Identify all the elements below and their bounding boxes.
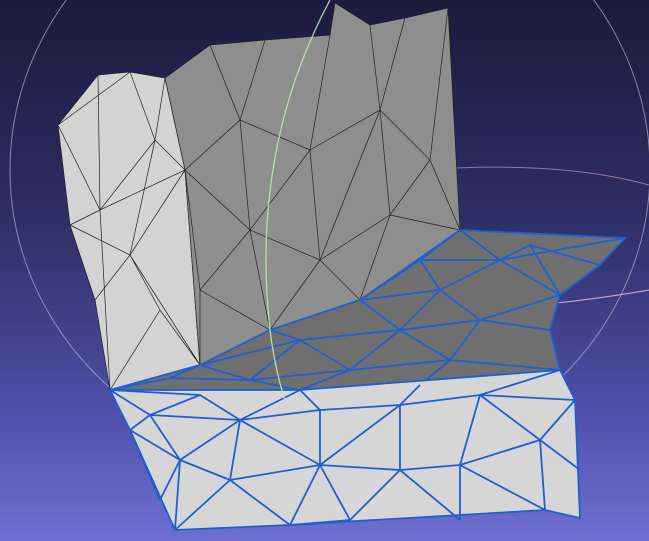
mesh-scene[interactable] xyxy=(0,0,649,541)
3d-viewport[interactable] xyxy=(0,0,649,541)
selected-floor-front[interactable] xyxy=(108,369,581,531)
